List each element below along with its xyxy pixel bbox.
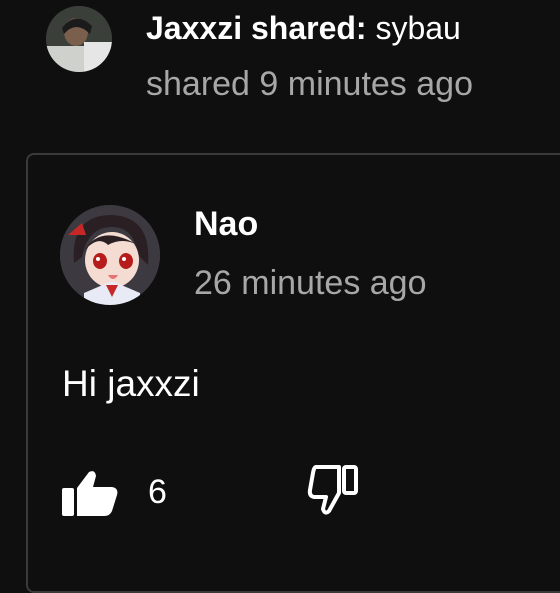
sharer-avatar[interactable] <box>46 6 112 72</box>
post-timestamp: 26 minutes ago <box>194 264 427 302</box>
thumbs-up-icon <box>62 471 118 516</box>
post-author-name[interactable]: Nao <box>194 202 258 246</box>
shared-text: sybau <box>375 10 461 46</box>
post-message: Hi jaxxzi <box>62 363 200 404</box>
like-button[interactable] <box>62 470 120 516</box>
anime-character-avatar-icon <box>60 205 160 305</box>
post-author-avatar[interactable] <box>60 205 160 305</box>
thumbs-down-icon <box>307 465 358 515</box>
share-timestamp: shared 9 minutes ago <box>146 65 473 103</box>
like-count: 6 <box>148 473 167 511</box>
dislike-button[interactable] <box>306 464 362 516</box>
user-photo-avatar-icon <box>46 6 112 72</box>
sharer-name[interactable]: Jaxxzi shared: <box>146 10 367 46</box>
share-headline: Jaxxzi shared: sybau <box>146 6 461 50</box>
